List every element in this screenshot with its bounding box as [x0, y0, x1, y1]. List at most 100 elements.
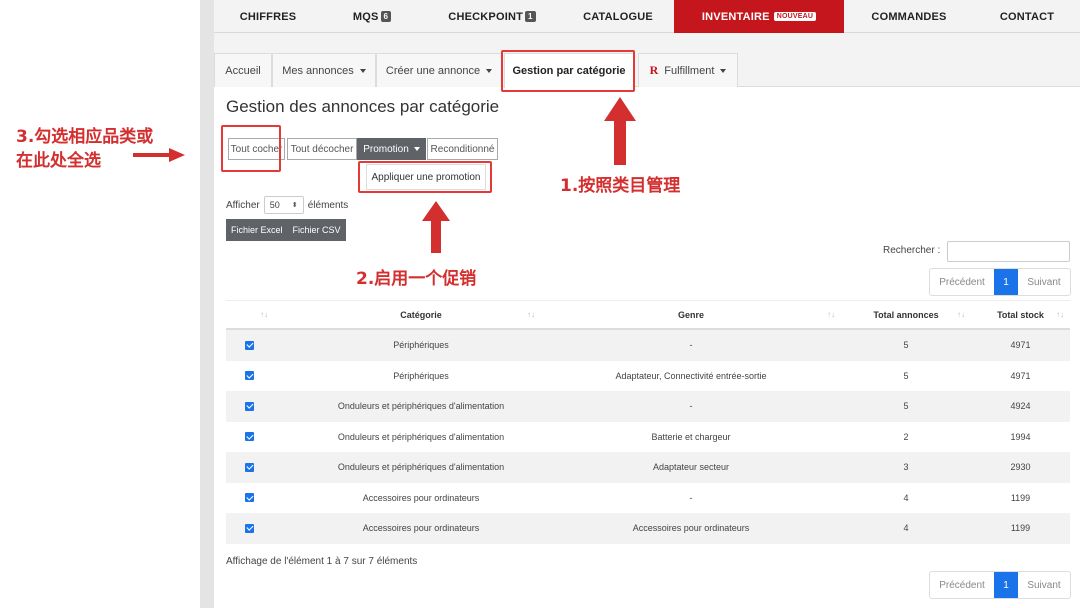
table-row[interactable]: Périphériques Adaptateur, Connectivité e… [226, 361, 1070, 392]
table-row[interactable]: Onduleurs et périphériques d'alimentatio… [226, 422, 1070, 453]
table-row[interactable]: Onduleurs et périphériques d'alimentatio… [226, 452, 1070, 483]
table-row[interactable]: Périphériques - 5 4971 [226, 330, 1070, 361]
checkbox-checked-icon[interactable] [245, 340, 254, 350]
cell-categorie: Accessoires pour ordinateurs [362, 523, 480, 534]
arrow-up-icon [604, 97, 636, 165]
page-length-select[interactable]: 50 ⬍ [263, 196, 304, 214]
nav-item-contact[interactable]: CONTACT [974, 0, 1080, 33]
prev-page-button[interactable]: Précédent [930, 269, 994, 295]
cell-genre: - [689, 340, 693, 351]
promotion-dropdown-button[interactable]: Promotion [357, 138, 426, 160]
table-row[interactable]: Accessoires pour ordinateurs - 4 1199 [226, 483, 1070, 514]
refurbished-button[interactable]: Reconditionné [427, 138, 498, 160]
checkbox-checked-icon[interactable] [245, 462, 254, 472]
nav-item-chiffres[interactable]: CHIFFRES [214, 0, 322, 33]
cell-total-stock: 4924 [1010, 401, 1031, 412]
column-header-genre[interactable]: Genre ↑↓ [541, 301, 841, 328]
cell-total-annonces: 3 [903, 462, 909, 473]
button-label: Promotion [363, 143, 409, 155]
header-label: Total annonces [873, 309, 939, 320]
cell-total-annonces: 2 [903, 431, 909, 442]
cell-total-stock: 1994 [1010, 431, 1031, 442]
cell-total-stock: 2930 [1010, 462, 1031, 473]
checkbox-checked-icon[interactable] [245, 371, 254, 381]
table-info: Affichage de l'élément 1 à 7 sur 7 éléme… [226, 556, 418, 567]
annotation-gutter [0, 0, 200, 608]
uncheck-all-button[interactable]: Tout décocher [287, 138, 357, 160]
table-row[interactable]: Onduleurs et périphériques d'alimentatio… [226, 391, 1070, 422]
row-select[interactable] [226, 483, 301, 514]
search-input[interactable] [947, 241, 1070, 262]
sort-icon: ↑↓ [260, 310, 268, 319]
row-select[interactable] [226, 513, 301, 544]
checkbox-checked-icon[interactable] [245, 401, 254, 411]
sort-icon: ↑↓ [1056, 310, 1064, 319]
checkbox-checked-icon[interactable] [245, 523, 254, 533]
cell-total-stock: 4971 [1010, 340, 1031, 351]
row-select[interactable] [226, 330, 301, 361]
column-header-total-annonces[interactable]: Total annonces ↑↓ [841, 301, 971, 328]
chevron-down-icon [486, 68, 493, 73]
row-select[interactable] [226, 391, 301, 422]
highlight-box-promotion [358, 161, 492, 193]
nav-label: CATALOGUE [583, 10, 653, 23]
tab-fulfillment[interactable]: R Fulfillment [638, 53, 738, 87]
page-1-button[interactable]: 1 [994, 269, 1018, 295]
nav-label: CHECKPOINT [448, 10, 524, 23]
nav-label: CONTACT [999, 10, 1055, 23]
tab-accueil[interactable]: Accueil [214, 53, 272, 87]
cell-total-stock: 1199 [1010, 523, 1031, 534]
arrow-right-icon [133, 148, 185, 162]
nav-item-checkpoint[interactable]: CHECKPOINT 1 [422, 0, 562, 33]
nav-item-inventaire[interactable]: INVENTAIRE NOUVEAU [674, 0, 844, 33]
table-row[interactable]: Accessoires pour ordinateurs Accessoires… [226, 513, 1070, 544]
export-buttons: Fichier Excel Fichier CSV [226, 219, 346, 241]
pagination-bottom: Précédent 1 Suivant [929, 571, 1071, 599]
row-select[interactable] [226, 361, 301, 392]
cell-total-annonces: 5 [903, 340, 909, 351]
tab-creer-annonce[interactable]: Créer une annonce [376, 53, 502, 87]
cell-genre: - [689, 492, 693, 503]
top-nav: CHIFFRES MQS 6 CHECKPOINT 1 CATALOGUE INVE… [214, 0, 1080, 33]
cell-genre: Accessoires pour ordinateurs [632, 523, 750, 534]
highlight-box-tab [501, 50, 635, 92]
gutter-strip [200, 0, 214, 608]
row-select[interactable] [226, 422, 301, 453]
row-select[interactable] [226, 452, 301, 483]
nav-label: COMMANDES [871, 10, 947, 23]
cell-categorie: Onduleurs et périphériques d'alimentatio… [337, 431, 505, 442]
prev-page-button[interactable]: Précédent [930, 572, 994, 598]
cell-total-stock: 1199 [1010, 492, 1031, 503]
nav-item-catalogue[interactable]: CATALOGUE [562, 0, 674, 33]
table-header: ↑↓ Catégorie ↑↓ Genre ↑↓ Total annonces ↑↓ … [226, 300, 1070, 330]
new-badge: NOUVEAU [773, 12, 817, 21]
cell-categorie: Onduleurs et périphériques d'alimentatio… [337, 401, 505, 412]
sort-icon: ↑↓ [957, 310, 965, 319]
next-page-button[interactable]: Suivant [1018, 572, 1070, 598]
excel-export-button[interactable]: Fichier Excel [226, 219, 288, 241]
pagination-top: Précédent 1 Suivant [929, 268, 1071, 296]
nav-item-commandes[interactable]: COMMANDES [844, 0, 974, 33]
csv-export-button[interactable]: Fichier CSV [287, 219, 346, 241]
nav-item-mqs[interactable]: MQS 6 [322, 0, 422, 33]
chevron-updown-icon: ⬍ [291, 202, 298, 209]
nav-label: INVENTAIRE [701, 10, 770, 23]
column-header-categorie[interactable]: Catégorie ↑↓ [301, 301, 541, 328]
select-column-header[interactable]: ↑↓ [226, 301, 301, 328]
tab-label: Accueil [225, 64, 261, 77]
app-frame: CHIFFRES MQS 6 CHECKPOINT 1 CATALOGUE INVE… [214, 0, 1080, 608]
cell-categorie: Onduleurs et périphériques d'alimentatio… [337, 462, 505, 473]
arrow-up-icon [422, 201, 450, 253]
tab-bar: Accueil Mes annonces Créer une annonce G… [214, 53, 1080, 88]
tab-label: Fulfillment [664, 64, 715, 77]
cell-genre: Adaptateur, Connectivité entrée-sortie [615, 370, 767, 381]
column-header-total-stock[interactable]: Total stock ↑↓ [971, 301, 1070, 328]
page-1-button[interactable]: 1 [994, 572, 1018, 598]
cell-genre: - [689, 401, 693, 412]
tab-mes-annonces[interactable]: Mes annonces [272, 53, 376, 87]
next-page-button[interactable]: Suivant [1018, 269, 1070, 295]
checkbox-checked-icon[interactable] [245, 432, 254, 442]
length-prefix: Afficher [226, 199, 260, 211]
cell-total-stock: 4971 [1010, 370, 1031, 381]
checkbox-checked-icon[interactable] [245, 493, 254, 503]
